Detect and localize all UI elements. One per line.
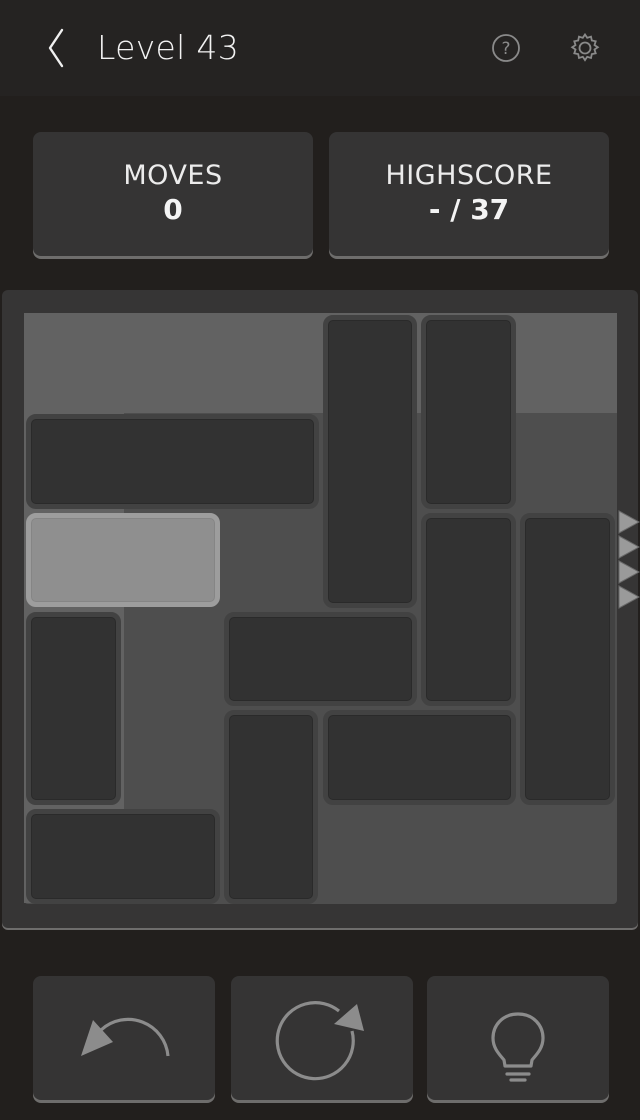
help-button[interactable]: ? [488,30,524,66]
undo-button[interactable] [33,976,215,1100]
svg-text:?: ? [501,39,510,59]
target-block[interactable] [26,512,220,608]
header-bar: Level 43 ? [0,0,640,96]
undo-arrow-icon [81,1017,170,1057]
highscore-value: - / 37 [428,193,510,226]
sliding-block-v5[interactable] [26,611,121,806]
sliding-block-h3[interactable] [322,710,517,806]
sliding-block-v2[interactable] [421,315,517,509]
chevron-left-icon [48,28,64,68]
sliding-block-v6[interactable] [223,710,319,904]
game-board [24,313,617,904]
back-button[interactable] [36,24,76,72]
moves-value: 0 [163,193,183,226]
sliding-block-v1[interactable] [322,315,418,608]
level-title: Level 43 [97,28,239,67]
sliding-block-h2[interactable] [223,611,418,707]
restart-button[interactable] [231,976,413,1100]
exit-arrow-icon [618,510,640,609]
highscore-label: HIGHSCORE [385,160,553,191]
question-circle-icon: ? [492,34,520,62]
gear-icon [570,32,600,62]
sliding-block-h1[interactable] [26,413,319,509]
sliding-block-v3[interactable] [421,512,517,707]
lightbulb-icon [491,1012,545,1082]
sliding-block-v4[interactable] [520,512,615,806]
settings-button[interactable] [567,30,603,66]
highscore-card: HIGHSCORE - / 37 [329,132,609,256]
hint-button[interactable] [427,976,609,1100]
restart-circular-arrow-icon [275,1001,364,1081]
moves-card: MOVES 0 [33,132,313,256]
sliding-block-h4[interactable] [26,809,220,904]
moves-label: MOVES [123,160,223,191]
